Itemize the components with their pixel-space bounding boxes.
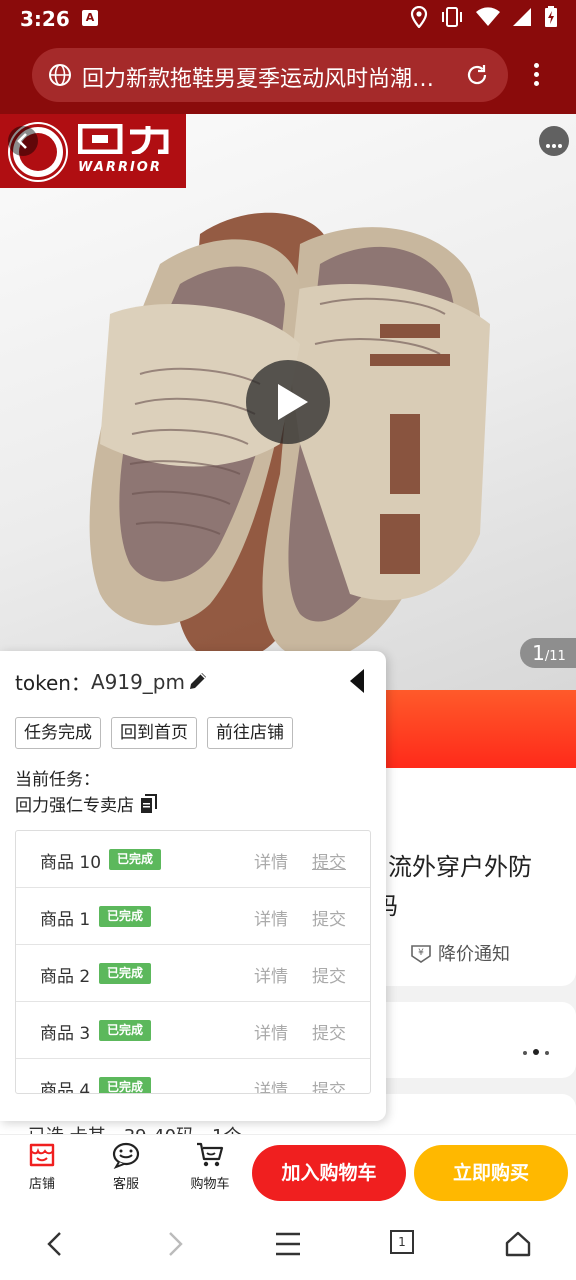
token-label: token： [15, 671, 91, 695]
globe-icon [49, 64, 71, 86]
signal-icon [513, 8, 531, 26]
back-home-button[interactable]: 回到首页 [111, 717, 197, 749]
browser-toolbar: 回力新款拖鞋男夏季运动风时尚潮… [0, 36, 576, 114]
menu-dots-icon[interactable] [524, 60, 548, 90]
bottom-action-bar: 店铺 客服 购物车 加入购物车 立即购买 [0, 1134, 576, 1208]
detail-link[interactable]: 详情 [254, 905, 288, 930]
submit-link[interactable]: 提交 [312, 1019, 346, 1044]
play-video-button[interactable] [246, 360, 330, 444]
service-label: 客服 [112, 1177, 139, 1192]
battery-icon [545, 6, 557, 27]
status-badge: 已完成 [99, 1020, 152, 1041]
url-title[interactable]: 回力新款拖鞋男夏季运动风时尚潮… [82, 61, 462, 93]
status-time: 3:26 [20, 7, 70, 31]
item-name: 商品 3 [40, 1024, 91, 1044]
token-value: A919_pm [90, 669, 185, 694]
item-name: 商品 1 [40, 910, 91, 930]
nav-home-icon[interactable] [504, 1230, 532, 1258]
status-badge: 已完成 [99, 1077, 152, 1093]
status-bar: 3:26 A [0, 0, 576, 36]
list-item: 商品 10 已完成 详情 提交 [16, 831, 370, 888]
brand-en-text: WARRIOR [78, 160, 162, 175]
more-button[interactable] [539, 126, 569, 156]
price-notify-label: 降价通知 [438, 944, 510, 965]
svg-text:¥: ¥ [418, 948, 424, 958]
collapse-arrow-icon[interactable] [348, 667, 368, 695]
edit-icon[interactable] [186, 669, 210, 693]
submit-link[interactable]: 提交 [312, 1076, 346, 1093]
submit-link[interactable]: 提交 [312, 905, 346, 930]
detail-link[interactable]: 详情 [254, 1076, 288, 1093]
buy-now-button[interactable]: 立即购买 [414, 1145, 568, 1201]
status-icons [410, 6, 558, 28]
copy-icon[interactable] [140, 793, 158, 814]
brand-cn-logo [78, 124, 169, 154]
shop-tab[interactable]: 店铺 [12, 1141, 72, 1192]
detail-link[interactable]: 详情 [254, 1019, 288, 1044]
vibrate-icon [442, 7, 462, 27]
task-panel: token： A919_pm 任务完成 回到首页 前往店铺 当前任务： 回力强仁… [0, 651, 386, 1121]
price-notify-button[interactable]: ¥ 降价通知 [410, 940, 510, 966]
cart-tab[interactable]: 购物车 [180, 1141, 240, 1192]
url-bar[interactable]: 回力新款拖鞋男夏季运动风时尚潮… [32, 48, 508, 102]
product-title-fragment: 流外穿户外防 [388, 853, 532, 881]
status-badge: 已完成 [99, 963, 152, 984]
panel-button-row: 任务完成 回到首页 前往店铺 [15, 717, 293, 749]
detail-link[interactable]: 详情 [254, 962, 288, 987]
notification-a-icon: A [82, 10, 98, 26]
submit-link[interactable]: 提交 [312, 962, 346, 987]
cart-label: 购物车 [190, 1177, 230, 1192]
price-tag-icon: ¥ [411, 945, 431, 963]
add-to-cart-button[interactable]: 加入购物车 [252, 1145, 406, 1201]
product-image[interactable]: WARRIOR 1/11 [0, 114, 576, 690]
location-icon [410, 6, 428, 28]
nav-menu-icon[interactable] [274, 1230, 302, 1258]
system-nav-bar: 1 [0, 1208, 576, 1280]
chat-icon [112, 1142, 140, 1169]
item-name: 商品 4 [40, 1081, 91, 1094]
play-icon [278, 384, 308, 420]
shop-icon [29, 1143, 55, 1167]
reload-icon[interactable] [464, 62, 490, 88]
status-badge: 已完成 [99, 906, 152, 927]
product-task-list: 商品 10 已完成 详情 提交 商品 1 已完成 详情 提交 商品 2 已完成 … [15, 830, 371, 1094]
tabs-button[interactable]: 1 [390, 1230, 414, 1254]
list-item: 商品 3 已完成 详情 提交 [16, 1002, 370, 1059]
go-shop-button[interactable]: 前往店铺 [207, 717, 293, 749]
list-item: 商品 1 已完成 详情 提交 [16, 888, 370, 945]
token-row: token： A919_pm [15, 667, 185, 696]
more-dots-icon[interactable] [520, 1040, 552, 1059]
service-tab[interactable]: 客服 [96, 1141, 156, 1192]
nav-back-icon[interactable] [44, 1230, 68, 1258]
status-badge: 已完成 [109, 849, 162, 870]
shop-label: 店铺 [28, 1177, 55, 1192]
chevron-left-icon [17, 133, 27, 149]
task-done-button[interactable]: 任务完成 [15, 717, 101, 749]
nav-forward-icon[interactable] [162, 1230, 186, 1258]
item-name: 商品 10 [40, 853, 102, 873]
list-item: 商品 2 已完成 详情 提交 [16, 945, 370, 1002]
current-task-row: 回力强仁专卖店 [15, 791, 158, 816]
current-task-label: 当前任务： [15, 770, 100, 790]
detail-link[interactable]: 详情 [254, 848, 288, 873]
image-counter: 1/11 [520, 638, 576, 668]
item-name: 商品 2 [40, 967, 91, 987]
current-task-name: 回力强仁专卖店 [15, 796, 134, 816]
wifi-icon [476, 7, 500, 27]
back-button[interactable] [8, 126, 38, 156]
list-item: 商品 4 已完成 详情 提交 [16, 1059, 370, 1094]
cart-icon [197, 1142, 224, 1167]
submit-link[interactable]: 提交 [312, 848, 346, 873]
